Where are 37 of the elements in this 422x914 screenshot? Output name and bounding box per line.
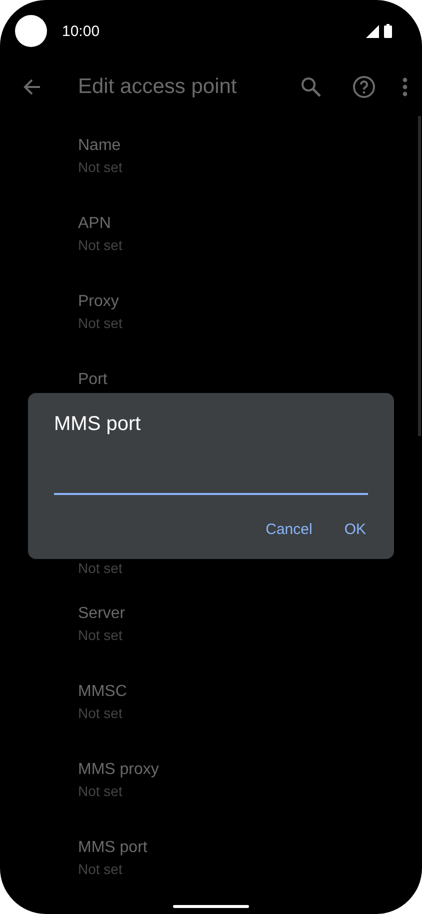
list-item[interactable]: Server Not set bbox=[78, 592, 412, 670]
item-title: MMSC bbox=[78, 682, 127, 702]
item-title: MMS port bbox=[78, 838, 148, 858]
item-title: Name bbox=[78, 136, 121, 156]
item-title: Server bbox=[78, 604, 126, 624]
help-button[interactable] bbox=[350, 73, 378, 101]
item-value: Not set bbox=[78, 626, 122, 645]
item-title: MMS proxy bbox=[78, 760, 159, 780]
search-icon bbox=[300, 76, 322, 98]
item-value: Not set bbox=[78, 559, 122, 578]
item-title: Port bbox=[78, 370, 108, 390]
list-item[interactable]: Proxy Not set bbox=[78, 280, 412, 358]
camera-hole bbox=[15, 15, 47, 47]
dialog-button[interactable]: OK bbox=[332, 513, 378, 546]
more-icon bbox=[402, 77, 408, 97]
item-title: APN bbox=[78, 214, 111, 234]
list-item[interactable]: MMS proxy Not set bbox=[78, 748, 412, 826]
item-value: Not set bbox=[78, 860, 122, 879]
item-value: Not set bbox=[78, 782, 122, 801]
list-item[interactable]: MMSC Not set bbox=[78, 670, 412, 748]
list-item[interactable]: MMS port Not set bbox=[78, 826, 412, 904]
item-title: Proxy bbox=[78, 292, 119, 312]
item-value: Not set bbox=[78, 314, 122, 333]
status-time: 10:00 bbox=[62, 22, 100, 40]
back-arrow-icon bbox=[22, 77, 42, 97]
more-button[interactable] bbox=[400, 75, 410, 99]
item-value: Not set bbox=[78, 704, 122, 723]
item-value: Not set bbox=[78, 236, 122, 255]
help-icon bbox=[352, 75, 376, 99]
battery-icon bbox=[384, 24, 392, 38]
list-item[interactable]: Name Not set bbox=[78, 124, 412, 202]
screen-title: Edit access point bbox=[78, 75, 237, 99]
signal-icon bbox=[366, 24, 379, 38]
dialog-title: MMS port bbox=[54, 412, 141, 437]
list-item[interactable]: APN Not set bbox=[78, 202, 412, 280]
dialog-button[interactable]: Cancel bbox=[254, 513, 324, 546]
item-value: Not set bbox=[78, 158, 122, 177]
